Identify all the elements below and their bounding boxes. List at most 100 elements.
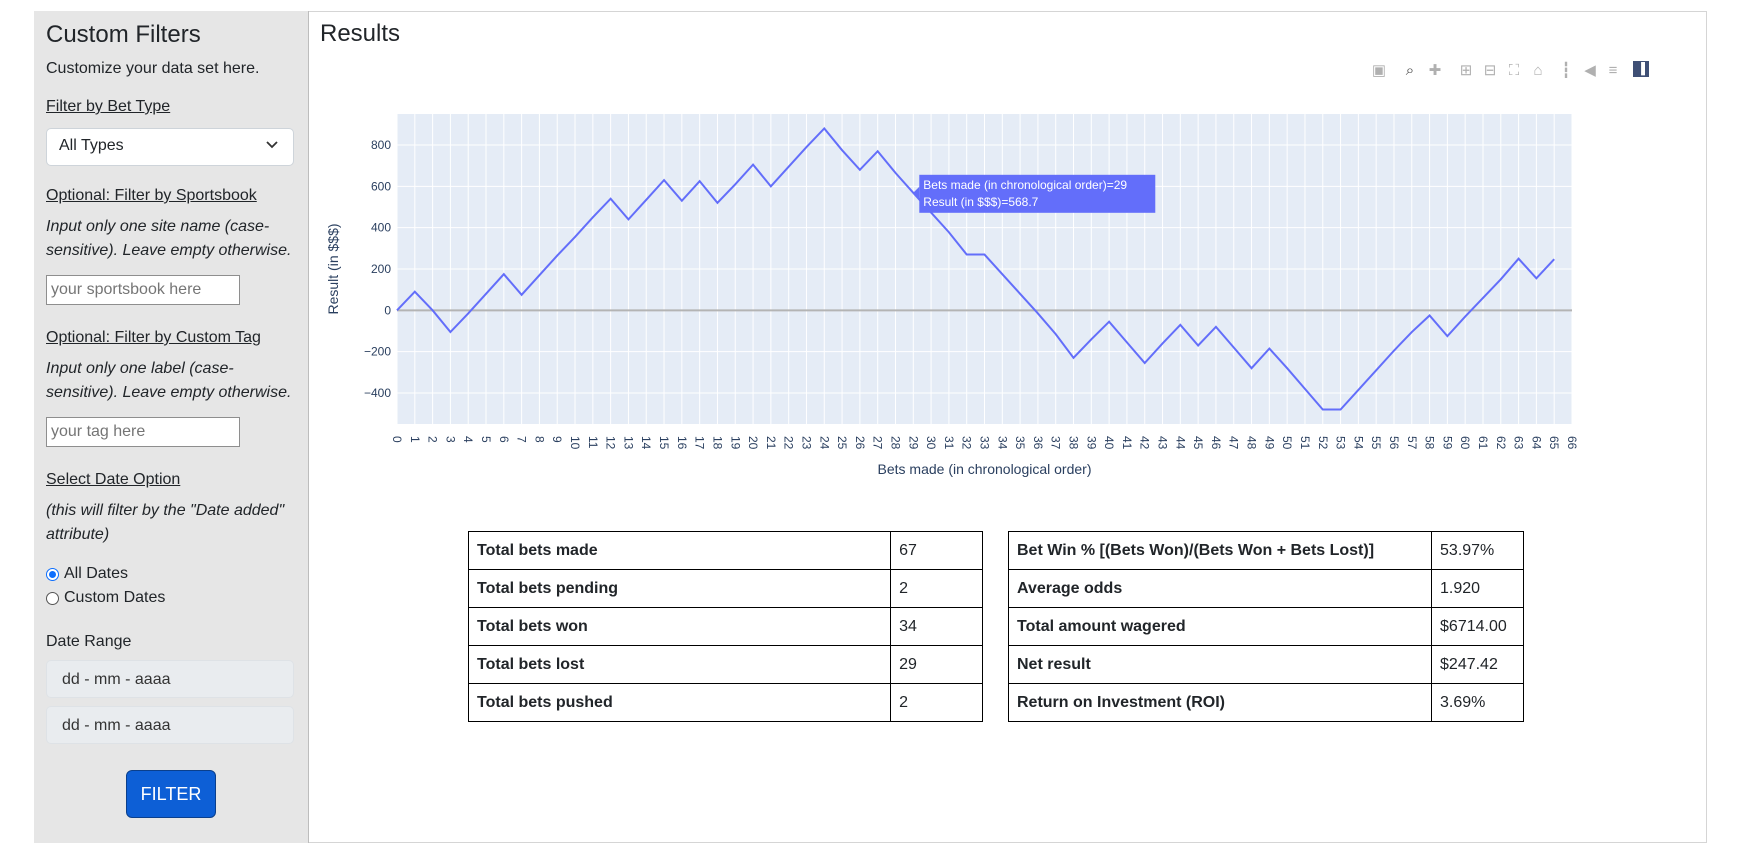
sidebar-subtitle: Customize your data set here. [46,60,260,77]
x-tick-label: 59 [1440,436,1454,450]
x-tick-label: 45 [1191,436,1205,450]
table-row: Return on Investment (ROI) 3.69% [1007,683,1524,722]
reset-axes-icon[interactable]: ⌂ [1528,61,1548,81]
x-tick-label: 30 [924,436,938,450]
table-row: Total bets pending 2 [467,569,983,608]
radio-all-dates[interactable]: All Dates [46,565,128,583]
x-tick-label: 43 [1156,436,1170,450]
tooltip-line-x: Bets made (in chronological order)=29 [923,178,1127,192]
stat-label: Average odds [1007,569,1433,608]
x-tick-label: 61 [1476,436,1490,450]
sportsbook-input[interactable] [46,275,240,305]
custom-tag-input[interactable] [46,417,240,447]
table-row: Average odds 1.920 [1007,569,1524,608]
x-tick-label: 27 [871,436,885,450]
sidebar-title: Custom Filters [46,21,201,48]
x-tick-label: 39 [1084,436,1098,450]
pan-icon[interactable]: ✚ [1425,61,1445,81]
radio-button-unchecked[interactable] [46,591,59,605]
start-date-input[interactable]: dd - mm - aaaa [46,660,294,698]
x-tick-label: 55 [1369,436,1383,450]
stat-label: Total bets lost [467,645,892,684]
x-tick-label: 20 [746,436,760,450]
x-tick-label: 17 [693,436,707,450]
x-tick-label: 23 [799,436,813,450]
x-tick-label: 8 [532,436,546,443]
x-tick-label: 2 [426,436,440,443]
x-tick-label: 37 [1049,436,1063,450]
stat-label: Bet Win % [(Bets Won)/(Bets Won + Bets L… [1007,531,1433,570]
zoom-in-icon[interactable]: ⊞ [1456,61,1476,81]
x-tick-label: 51 [1298,436,1312,450]
x-tick-label: 11 [586,436,600,449]
end-date-input[interactable]: dd - mm - aaaa [46,706,294,744]
x-tick-label: 62 [1494,436,1508,450]
y-tick-label: 400 [371,221,391,235]
x-tick-label: 18 [710,436,724,450]
x-tick-label: 35 [1013,436,1027,450]
hover-closest-icon[interactable]: ◀ [1580,61,1600,81]
filter-button[interactable]: FILTER [126,770,216,818]
x-tick-label: 41 [1120,436,1134,450]
x-tick-label: 54 [1351,436,1365,450]
stat-value: 67 [890,531,983,570]
x-tick-label: 19 [728,436,742,450]
x-tick-label: 15 [657,436,671,450]
stat-value: 3.69% [1431,683,1524,722]
tooltip-line-y: Result (in $$$)=568.7 [923,195,1038,209]
x-tick-label: 13 [621,436,635,450]
radio-all-dates-label: All Dates [64,565,129,582]
stat-label: Return on Investment (ROI) [1007,683,1433,722]
x-tick-label: 64 [1529,436,1543,450]
results-line-chart[interactable]: −400−20002004006008000 1 2 3 4 5 6 7 8 9 10 11 12 13 1… [320,100,1600,500]
y-tick-label: 600 [371,179,391,193]
stat-value: $247.42 [1431,645,1524,684]
table-row: Total bets lost 29 [467,645,983,684]
spike-lines-icon[interactable]: ┇ [1556,61,1576,81]
zoom-out-icon[interactable]: ⊟ [1480,61,1500,81]
plotly-logo-icon[interactable]: ▐ [1633,61,1649,77]
y-tick-label: 200 [371,262,391,276]
stats-table-left: Total bets made 67 Total bets pending 2 Tota… [467,531,983,722]
x-tick-label: 36 [1031,436,1045,450]
x-tick-label: 34 [995,436,1009,450]
custom-tag-help: Input only one label (case-sensitive). L… [46,360,292,401]
x-tick-label: 21 [764,436,778,450]
x-tick-label: 3 [443,436,457,443]
radio-button-checked[interactable] [46,567,59,581]
x-tick-label: 33 [978,436,992,450]
bet-type-select[interactable]: All Types [46,128,294,166]
x-tick-label: 10 [568,436,582,450]
radio-custom-dates[interactable]: Custom Dates [46,589,165,607]
stat-label: Net result [1007,645,1433,684]
bet-type-value: All Types [59,137,124,154]
stat-label: Total bets made [467,531,892,570]
stats-table-right: Bet Win % [(Bets Won)/(Bets Won + Bets L… [1007,531,1524,722]
stat-value: 29 [890,645,983,684]
y-tick-label: 0 [384,303,391,317]
x-tick-label: 12 [604,436,618,450]
x-tick-label: 52 [1316,436,1330,450]
stat-label: Total bets pending [467,569,892,608]
x-tick-label: 60 [1458,436,1472,450]
zoom-icon[interactable]: ⌕ [1400,61,1420,81]
x-tick-label: 53 [1334,436,1348,450]
x-tick-label: 49 [1262,436,1276,450]
results-title: Results [320,20,401,47]
date-option-label: Select Date Option [46,471,181,488]
x-tick-label: 47 [1227,436,1241,450]
x-axis-title: Bets made (in chronological order) [878,461,1092,477]
stat-value: 53.97% [1431,531,1524,570]
table-row: Total bets pushed 2 [467,683,983,722]
x-tick-label: 38 [1067,436,1081,450]
x-tick-label: 44 [1173,436,1187,450]
x-tick-label: 4 [461,436,475,443]
hover-compare-icon[interactable]: ≡ [1603,61,1623,81]
x-tick-label: 48 [1245,436,1259,450]
x-tick-label: 66 [1565,436,1579,450]
autoscale-icon[interactable]: ⛶ [1504,61,1524,81]
x-tick-label: 32 [960,436,974,450]
x-tick-label: 0 [390,436,404,443]
camera-icon[interactable]: ▣ [1369,61,1389,81]
filter-sidebar: Custom Filters Customize your data set h… [34,11,309,843]
